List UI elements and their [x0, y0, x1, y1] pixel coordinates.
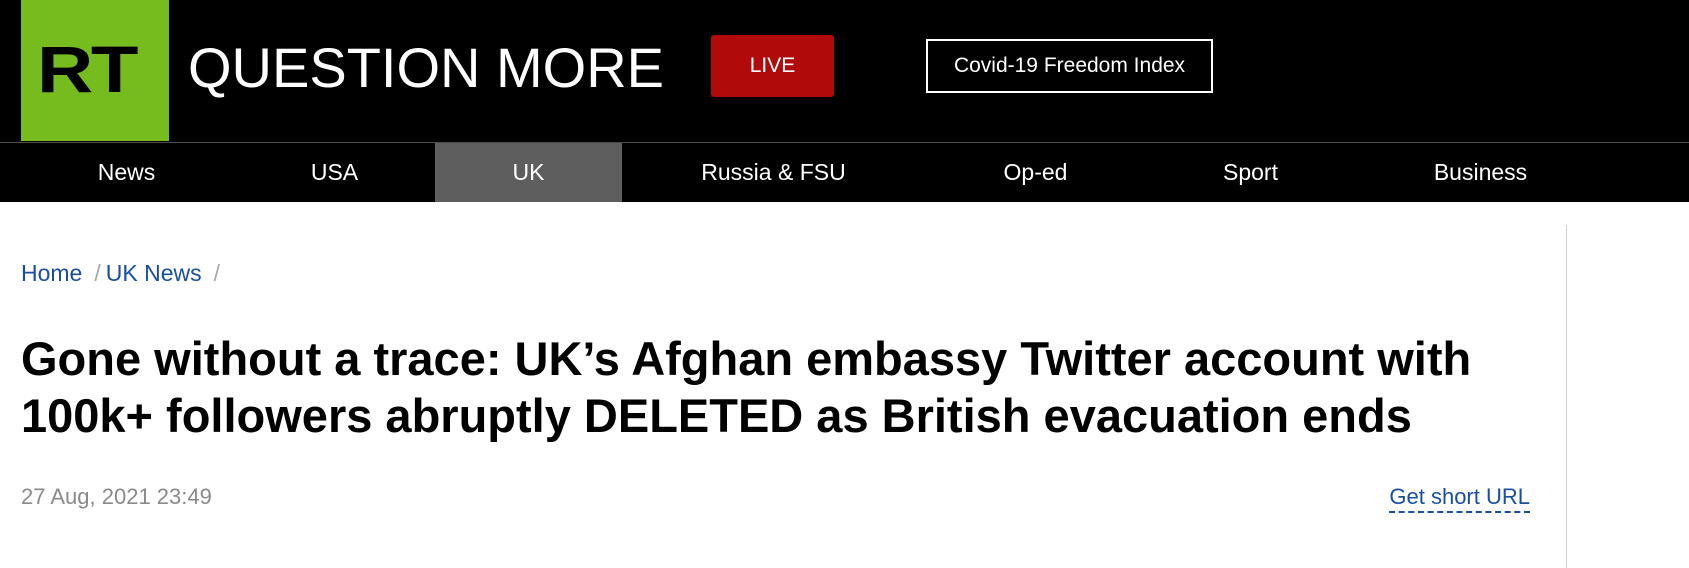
nav-item-sport[interactable]: Sport [1190, 143, 1311, 202]
covid-freedom-index-button[interactable]: Covid-19 Freedom Index [926, 39, 1213, 93]
breadcrumb-separator: / [213, 260, 220, 286]
content-divider [1566, 225, 1567, 568]
get-short-url-link[interactable]: Get short URL [1389, 483, 1530, 513]
live-button[interactable]: LIVE [711, 35, 834, 97]
nav-item-op-ed[interactable]: Op-ed [960, 143, 1111, 202]
site-header: RT QUESTION MORE LIVE Covid-19 Freedom I… [0, 0, 1689, 142]
breadcrumb-home[interactable]: Home [21, 260, 82, 286]
article-date: 27 Aug, 2021 23:49 [21, 484, 212, 509]
nav-item-business[interactable]: Business [1410, 143, 1551, 202]
main-nav: News USA UK Russia & FSU Op-ed Sport Bus… [0, 142, 1689, 202]
breadcrumb: Home / UK News / [21, 258, 225, 288]
site-tagline: QUESTION MORE [188, 36, 665, 99]
nav-item-usa[interactable]: USA [253, 143, 416, 202]
rt-logo[interactable]: RT [21, 0, 169, 141]
nav-item-russia-fsu[interactable]: Russia & FSU [655, 143, 892, 202]
breadcrumb-separator: / [94, 260, 101, 286]
logo-text: RT [37, 32, 138, 106]
nav-item-uk[interactable]: UK [435, 143, 622, 202]
article-headline: Gone without a trace: UK’s Afghan embass… [21, 332, 1472, 442]
nav-item-news[interactable]: News [0, 143, 253, 202]
breadcrumb-uk-news[interactable]: UK News [106, 260, 202, 286]
